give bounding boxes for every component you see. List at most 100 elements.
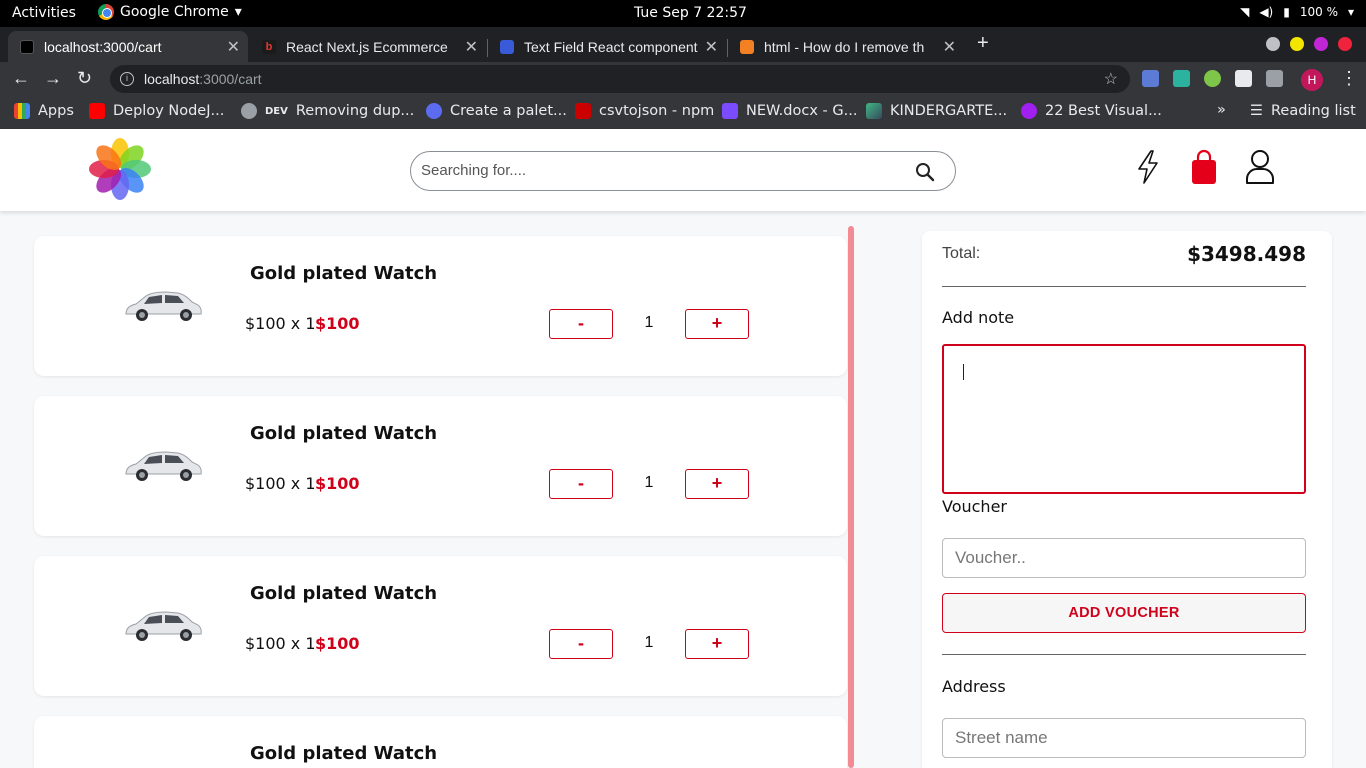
site-header xyxy=(0,129,1366,211)
system-tray[interactable]: ◥ ◀) ▮ 100 % ▾ xyxy=(1240,5,1354,19)
window-controls xyxy=(1266,37,1352,51)
new-tab-icon[interactable]: + xyxy=(977,32,989,55)
decrease-quantity-button[interactable]: - xyxy=(549,469,613,499)
tab-search-icon[interactable] xyxy=(1266,37,1280,51)
vue-icon xyxy=(866,103,882,119)
car-image xyxy=(125,291,202,321)
profile-avatar[interactable]: H xyxy=(1301,69,1323,91)
tab-text-field[interactable]: Text Field React component ✕ xyxy=(488,31,726,62)
bookmark-label: NEW.docx - G... xyxy=(746,103,858,119)
bookmark-item[interactable]: Deploy NodeJ... xyxy=(89,103,224,119)
note-textarea[interactable] xyxy=(942,344,1306,494)
reading-list-label: Reading list xyxy=(1271,103,1356,119)
close-icon[interactable]: ✕ xyxy=(465,37,478,57)
bookmark-label: 22 Best Visual... xyxy=(1045,103,1162,119)
activities-button[interactable]: Activities xyxy=(12,5,76,21)
back-icon[interactable]: ← xyxy=(12,68,30,89)
globe-icon xyxy=(241,103,257,119)
item-name[interactable]: Gold plated Watch xyxy=(250,743,437,764)
item-price: $100 x 1 xyxy=(245,314,316,333)
item-price: $100 x 1 xyxy=(245,634,316,653)
battery-level: 100 % xyxy=(1299,5,1338,19)
item-quantity: 1 xyxy=(644,634,654,651)
bookmark-label: KINDERGARTE... xyxy=(890,103,1008,119)
bookmark-star-icon[interactable]: ☆ xyxy=(1104,69,1118,89)
docs-icon xyxy=(722,103,738,119)
bookmark-label: Apps xyxy=(38,103,74,119)
tab-react-ecommerce[interactable]: b React Next.js Ecommerce ✕ xyxy=(250,31,486,62)
search-input[interactable] xyxy=(421,162,901,179)
shopping-bag-icon[interactable] xyxy=(1190,149,1218,185)
tab-stackoverflow[interactable]: html - How do I remove th ✕ xyxy=(728,31,964,62)
close-icon[interactable]: ✕ xyxy=(943,37,956,57)
tab-title: html - How do I remove th xyxy=(764,38,925,55)
extension-icon[interactable] xyxy=(1204,70,1221,87)
reload-icon[interactable]: ↻ xyxy=(77,68,92,89)
photos-logo-icon[interactable] xyxy=(86,135,154,203)
tab-cart[interactable]: localhost:3000/cart ✕ xyxy=(8,31,248,62)
extension-icon[interactable] xyxy=(1142,70,1159,87)
divider xyxy=(942,654,1306,655)
mui-favicon-icon xyxy=(500,39,514,54)
address-bar[interactable]: i localhost:3000/cart ☆ xyxy=(110,65,1130,93)
os-top-bar: Activities Google Chrome ▾ Tue Sep 7 22:… xyxy=(0,0,1366,27)
close-window-icon[interactable] xyxy=(1338,37,1352,51)
search-icon[interactable] xyxy=(915,162,935,182)
wifi-icon: ◥ xyxy=(1240,5,1250,19)
address-label: Address xyxy=(942,677,1006,696)
menu-icon[interactable]: ⋮ xyxy=(1340,68,1358,89)
bookmark-label: Create a palet... xyxy=(450,103,567,119)
bookmark-overflow-icon[interactable]: » xyxy=(1217,102,1226,118)
clock[interactable]: Tue Sep 7 22:57 xyxy=(634,5,747,21)
info-icon[interactable]: i xyxy=(120,72,134,86)
item-name[interactable]: Gold plated Watch xyxy=(250,263,437,284)
extension-icon[interactable] xyxy=(1173,70,1190,87)
reading-list-button[interactable]: ☰ Reading list xyxy=(1250,103,1356,119)
minimize-icon[interactable] xyxy=(1290,37,1304,51)
cart-scrollbar[interactable] xyxy=(848,226,854,768)
total-value: $3498.498 xyxy=(1187,242,1306,266)
bookmark-item[interactable]: 22 Best Visual... xyxy=(1021,103,1162,119)
increase-quantity-button[interactable]: + xyxy=(685,469,749,499)
bookmark-item[interactable]: csvtojson - npm xyxy=(575,103,714,119)
increase-quantity-button[interactable]: + xyxy=(685,629,749,659)
cart-item: Gold plated Watch xyxy=(34,716,847,768)
lightning-icon[interactable] xyxy=(1136,149,1160,185)
bookmark-label: csvtojson - npm xyxy=(599,103,715,119)
search-bar[interactable] xyxy=(410,151,956,191)
extension-icon[interactable] xyxy=(1235,70,1252,87)
increase-quantity-button[interactable]: + xyxy=(685,309,749,339)
item-name[interactable]: Gold plated Watch xyxy=(250,423,437,444)
close-icon[interactable]: ✕ xyxy=(705,37,718,57)
tab-title: React Next.js Ecommerce xyxy=(286,38,448,55)
bookmark-item[interactable]: KINDERGARTE... xyxy=(866,103,1007,119)
close-icon[interactable]: ✕ xyxy=(227,37,240,57)
maximize-icon[interactable] xyxy=(1314,37,1328,51)
chevron-down-icon: ▾ xyxy=(1347,5,1354,19)
item-line-total: $100 xyxy=(315,634,360,653)
puzzle-icon[interactable] xyxy=(1266,70,1283,87)
bookmark-apps[interactable]: Apps xyxy=(14,103,74,119)
user-icon[interactable] xyxy=(1244,149,1276,185)
add-voucher-button[interactable]: ADD VOUCHER xyxy=(942,593,1306,633)
app-menu[interactable]: Google Chrome ▾ xyxy=(98,4,242,20)
street-name-input[interactable] xyxy=(942,718,1306,758)
voucher-input[interactable] xyxy=(942,538,1306,578)
divider xyxy=(942,286,1306,287)
bookmark-item[interactable]: DEV Removing dup... xyxy=(241,103,414,119)
bookmark-item[interactable]: NEW.docx - G... xyxy=(722,103,857,119)
bookmark-item[interactable]: Create a palet... xyxy=(426,103,567,119)
text-caret xyxy=(963,364,964,380)
forward-icon[interactable]: → xyxy=(44,68,62,89)
url-host: localhost xyxy=(144,71,200,87)
item-name[interactable]: Gold plated Watch xyxy=(250,583,437,604)
decrease-quantity-button[interactable]: - xyxy=(549,309,613,339)
nextjs-favicon-icon xyxy=(20,39,34,54)
reading-list-icon: ☰ xyxy=(1250,103,1263,119)
url-path: :3000/cart xyxy=(199,71,262,87)
bookmark-favicon-icon xyxy=(1021,103,1037,119)
palette-icon xyxy=(426,103,442,119)
car-image xyxy=(125,451,202,481)
tab-title: localhost:3000/cart xyxy=(44,38,162,55)
decrease-quantity-button[interactable]: - xyxy=(549,629,613,659)
